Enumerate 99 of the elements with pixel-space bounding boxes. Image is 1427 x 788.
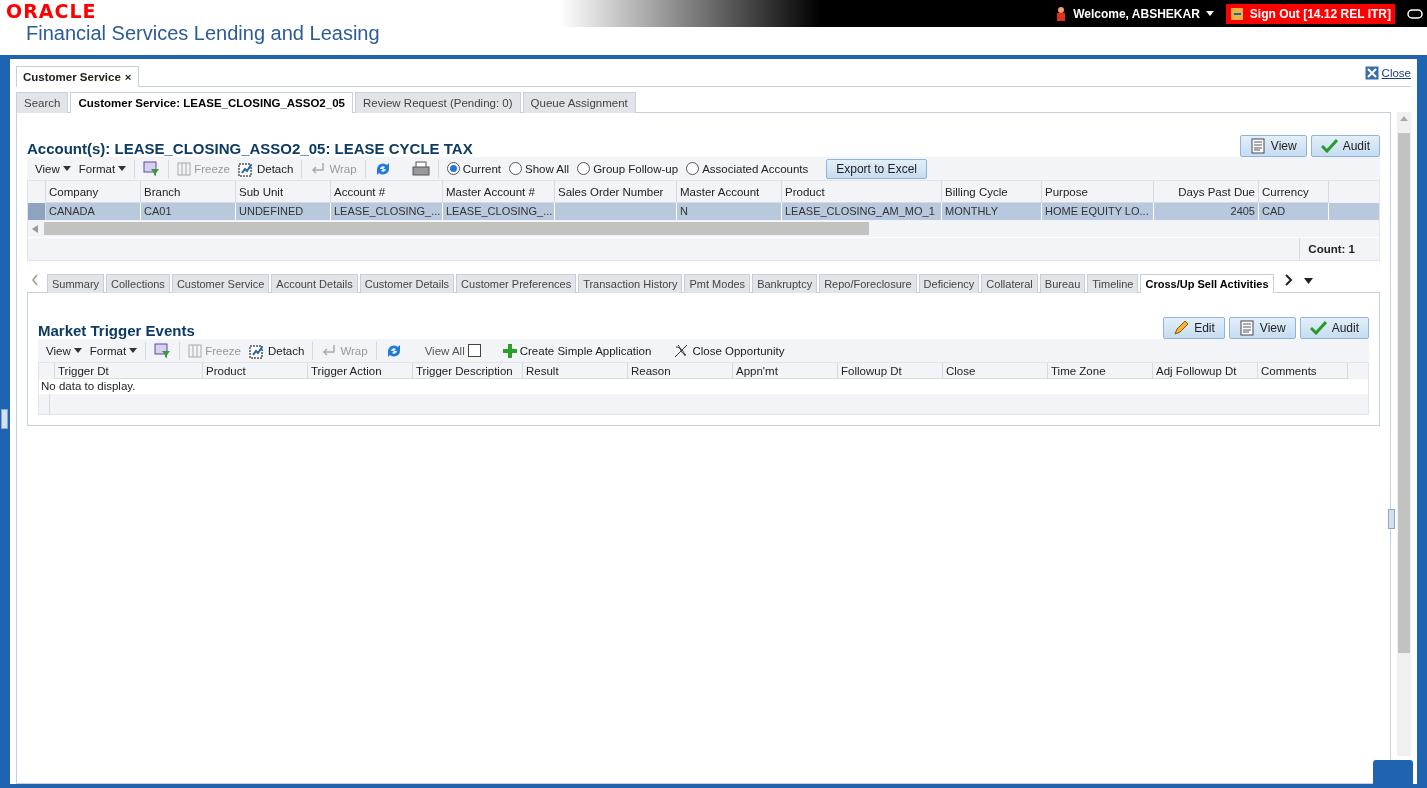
filter-radio[interactable]: Group Follow-up <box>577 162 679 175</box>
action-link[interactable]: Close Opportunity <box>673 342 785 359</box>
chevron-left-icon[interactable] <box>31 274 39 286</box>
checkmark-icon <box>1320 139 1338 153</box>
detail-tab[interactable]: Summary <box>47 274 105 293</box>
exit-icon <box>1229 6 1244 21</box>
detail-tab[interactable]: Bureau <box>1039 274 1086 293</box>
filter-icon[interactable] <box>143 160 161 177</box>
view-menu[interactable]: View <box>35 162 71 175</box>
caret-icon[interactable] <box>1303 278 1313 284</box>
detail-tab[interactable]: Collections <box>106 274 170 293</box>
detail-tab[interactable]: Cross/Up Sell Activities <box>1140 274 1274 293</box>
export-button[interactable]: Export to Excel <box>826 158 927 179</box>
chevron-right-icon[interactable] <box>1283 274 1294 286</box>
table-cell: CANADA <box>46 203 141 220</box>
radio-button[interactable] <box>686 162 700 175</box>
workspace-tab[interactable]: Customer Service × <box>16 66 139 87</box>
close-link[interactable]: Close <box>1364 66 1411 80</box>
page-tab[interactable]: Search <box>16 92 69 113</box>
detail-tab[interactable]: Account Details <box>271 274 358 293</box>
user-icon <box>1055 5 1068 22</box>
detach-button[interactable]: Detach <box>248 342 305 359</box>
caret-icon <box>73 348 82 353</box>
table-cell: LEASE_CLOSING_... <box>331 203 443 220</box>
checkmark-icon <box>1309 321 1327 335</box>
page-tab[interactable]: Queue Assignment <box>522 92 636 113</box>
printer-icon[interactable] <box>411 160 430 177</box>
filter-icon[interactable] <box>154 342 172 359</box>
detail-tab[interactable]: Customer Details <box>359 274 455 293</box>
table-cell: LEASE_CLOSING_... <box>443 203 555 220</box>
action-link[interactable]: Create Simple Application <box>502 343 652 358</box>
radio-button[interactable] <box>577 162 591 175</box>
scroll-left-icon[interactable] <box>32 224 38 233</box>
user-menu[interactable]: Welcome, ABSHEKAR <box>1055 5 1214 22</box>
table-row[interactable]: CANADA CA01 UNDEFINED LEASE_CLOSING_... LEASE_CLOSING_... N LEASE_CLOSING_AM_MO_1 MONTHLY HOME EQUITY LO... 2405 CAD <box>28 203 1379 220</box>
table-cell: 2405 <box>1154 203 1259 220</box>
filter-radio[interactable]: Show All <box>509 162 570 175</box>
view-button[interactable]: View <box>1239 135 1307 157</box>
filter-radio[interactable]: Associated Accounts <box>686 162 809 175</box>
table-cell: UNDEFINED <box>236 203 331 220</box>
table-cell: LEASE_CLOSING_AM_MO_1 <box>782 203 942 220</box>
view-button[interactable]: View <box>1228 317 1296 339</box>
page-tab[interactable]: Review Request (Pending: 0) <box>354 92 521 113</box>
filter-radio[interactable]: Current <box>446 162 501 175</box>
table-cell: CAD <box>1259 203 1329 220</box>
return-arrow-icon <box>321 343 338 358</box>
view-menu[interactable]: View <box>46 344 82 357</box>
columns-icon <box>177 161 192 176</box>
detail-tab[interactable]: Customer Service <box>171 274 270 293</box>
table-cell: HOME EQUITY LO... <box>1042 203 1154 220</box>
detail-tab[interactable]: Customer Preferences <box>456 274 577 293</box>
detach-button[interactable]: Detach <box>237 160 294 177</box>
scribble-icon <box>673 342 690 359</box>
audit-button[interactable]: Audit <box>1310 135 1380 157</box>
product-title: Financial Services Lending and Leasing <box>26 21 381 46</box>
scroll-up-icon[interactable] <box>1400 116 1408 121</box>
detail-tab[interactable]: Repo/Foreclosure <box>819 274 917 293</box>
radio-button[interactable] <box>446 162 460 175</box>
checkbox[interactable] <box>467 344 481 357</box>
detail-tab[interactable]: Collateral <box>981 274 1038 293</box>
brand-logo: ORACLE <box>6 2 98 20</box>
detail-tab[interactable]: Timeline <box>1087 274 1139 293</box>
detach-icon <box>237 160 254 177</box>
empty-message: No data to display. <box>39 379 1368 394</box>
radio-button[interactable] <box>509 162 522 175</box>
columns-icon <box>188 343 203 358</box>
close-icon <box>1364 66 1379 80</box>
document-icon <box>1238 320 1255 336</box>
table-cell: CA01 <box>141 203 236 220</box>
accounts-title: Account(s): LEASE_CLOSING_ASSO2_05: LEASE CYCLE TAX <box>27 140 473 157</box>
sign-out-link[interactable]: Sign Out [14.12 REL ITR] <box>1225 3 1395 24</box>
detail-tab[interactable]: Pmt Modes <box>684 274 751 293</box>
row-selector[interactable] <box>28 203 46 220</box>
document-icon <box>1249 138 1266 154</box>
view-all-toggle[interactable]: View All <box>424 344 481 357</box>
caret-icon <box>62 166 71 171</box>
plus-icon <box>502 343 517 358</box>
detail-tab[interactable]: Deficiency <box>918 274 980 293</box>
return-arrow-icon <box>310 161 327 176</box>
detail-tab[interactable]: Transaction History <box>578 274 683 293</box>
table-cell: N <box>677 203 782 220</box>
format-menu[interactable]: Format <box>78 162 127 175</box>
caret-icon <box>118 166 127 171</box>
format-menu[interactable]: Format <box>89 344 138 357</box>
vertical-scrollbar[interactable] <box>1397 112 1411 756</box>
page-tab[interactable]: Customer Service: LEASE_CLOSING_ASSO2_05 <box>70 92 353 113</box>
market-title: Market Trigger Events <box>38 322 195 339</box>
edit-button[interactable]: Edit <box>1163 317 1225 339</box>
collapse-handle[interactable] <box>1388 509 1395 529</box>
detach-icon <box>248 342 265 359</box>
detail-tab[interactable]: Bankruptcy <box>752 274 818 293</box>
caret-icon <box>129 348 138 353</box>
caret-icon <box>1205 11 1214 16</box>
collapse-handle[interactable] <box>1 409 8 429</box>
table-cell: MONTHLY <box>942 203 1042 220</box>
close-tab-icon[interactable]: × <box>124 71 132 83</box>
pencil-icon <box>1173 320 1190 336</box>
row-count: Count: 1 <box>1299 238 1379 260</box>
audit-button[interactable]: Audit <box>1299 317 1369 339</box>
